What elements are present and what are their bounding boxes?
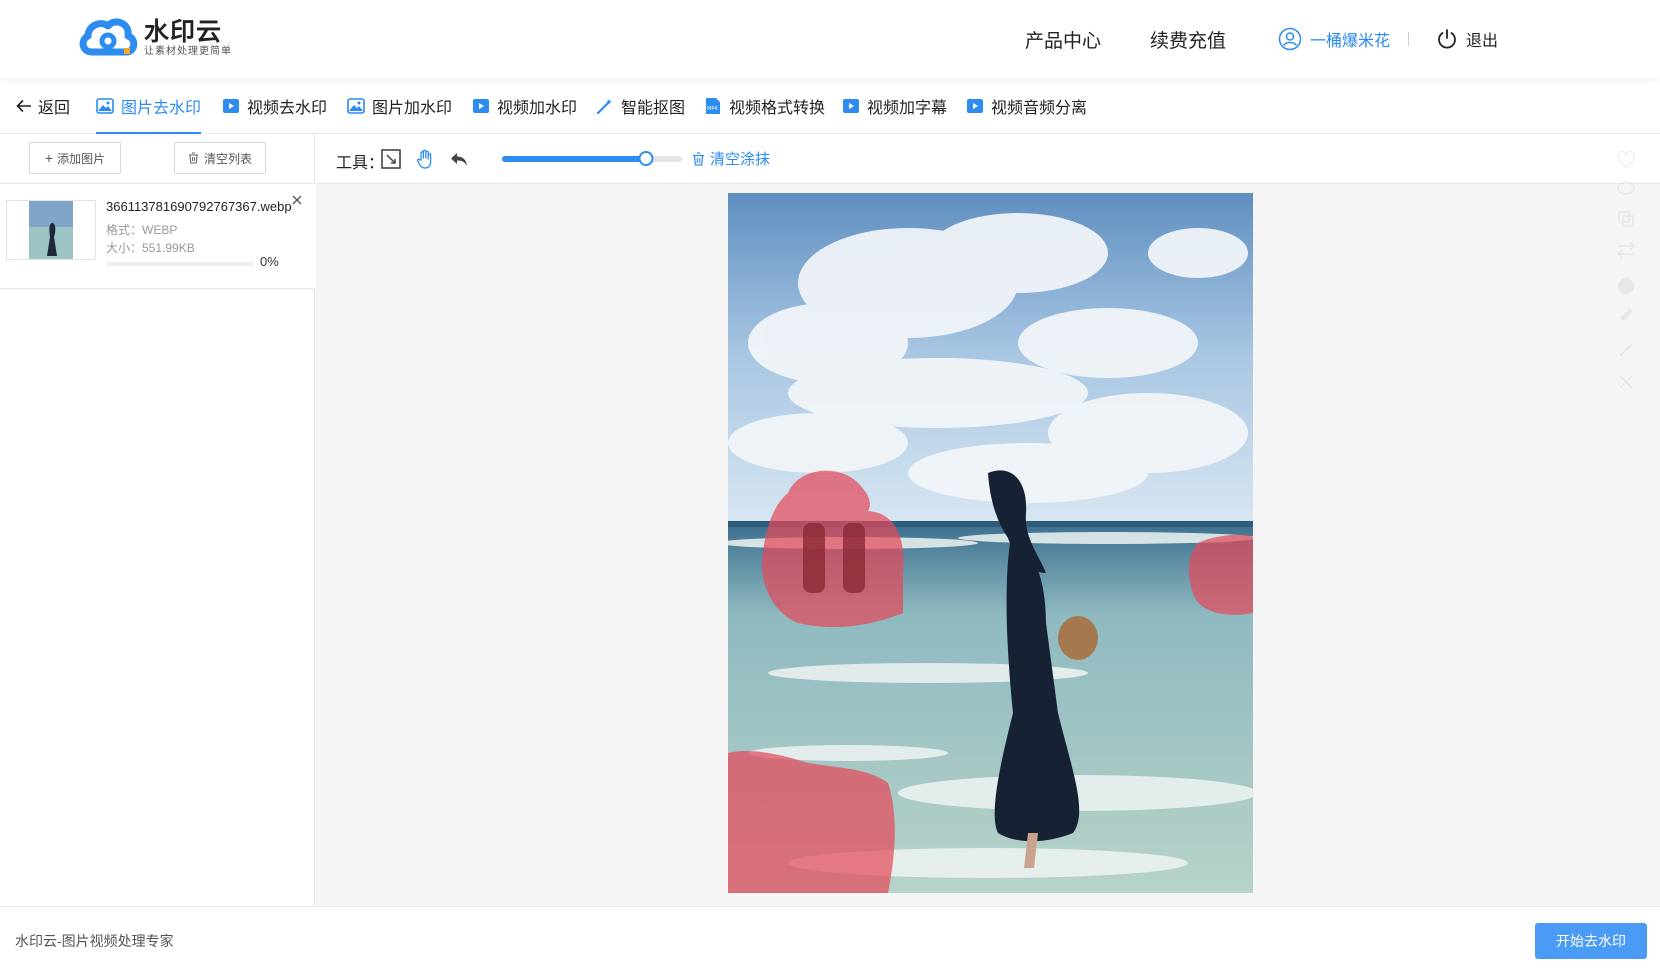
start-remove-watermark-button[interactable]: 开始去水印 [1535,923,1647,959]
trash-icon [693,151,704,166]
tab-label: 图片加水印 [372,100,453,117]
tab-image-add-watermark[interactable]: 图片加水印 [347,78,452,134]
file-list-toolbar: + 添加图片 清空列表 [0,134,315,184]
clear-paint-label: 清空涂抹 [710,151,771,168]
tab-label: 视频加水印 [497,100,578,117]
add-image-button[interactable]: + 添加图片 [29,142,121,174]
cloud-logo-icon [79,18,138,56]
tab-video-audio-split[interactable]: 视频音频分离 [966,78,1087,134]
floating-side-toolbar [1616,150,1636,389]
arrow-left-icon [16,99,31,113]
tab-video-format-convert[interactable]: MP4 视频格式转换 [704,78,825,134]
power-icon [1438,29,1456,49]
file-format: 格式：WEBP [106,223,178,237]
image-canvas[interactable] [728,193,1253,893]
video-icon [843,99,859,113]
clear-list-button[interactable]: 清空列表 [174,142,266,174]
editor-area: 工具： 清空涂抹 [316,134,1660,906]
trash-icon [188,152,198,164]
footer-bar: 水印云-图片视频处理专家 开始去水印 [0,906,1660,969]
mp4-file-icon: MP4 [706,98,720,114]
brand-slogan: 让素材处理更简单 [144,46,232,57]
file-list-panel: + 添加图片 清空列表 36611378169079276736​7.webp … [0,134,315,906]
tab-video-remove-watermark[interactable]: 视频去水印 [222,78,327,134]
tab-label: 图片去水印 [121,100,202,117]
tab-smart-cutout[interactable]: 智能抠图 [596,78,685,134]
image-icon [96,98,114,114]
tab-video-subtitle[interactable]: 视频加字幕 [842,78,947,134]
tool-tabs: 返回 图片去水印 视频去水印 图片加水印 视频加水印 智能抠图 MP4 视频格式… [0,78,1660,134]
file-progress-bar [106,262,254,266]
nav-products[interactable]: 产品中心 [1025,26,1101,53]
user-icon [1278,27,1302,51]
tool-label: 工具： [336,155,385,172]
back-button[interactable]: 返回 [16,78,70,134]
logout-button[interactable]: 退出 [1436,27,1498,51]
plus-icon: + [44,150,54,166]
top-header: 水印云 让素材处理更简单 产品中心 续费充值 一桶爆米花 退出 [0,0,1660,78]
tab-label: 智能抠图 [621,100,686,117]
tab-video-add-watermark[interactable]: 视频加水印 [472,78,577,134]
add-image-label: 添加图片 [57,151,106,166]
brush-size-slider[interactable] [502,151,682,166]
logo[interactable]: 水印云 让素材处理更简单 [78,14,238,62]
file-progress-text: 0% [260,254,279,269]
footer-text: 水印云-图片视频处理专家 [15,933,174,949]
header-divider [1408,32,1409,46]
file-name: 36611378169079276736​7.webp [106,199,292,214]
slider-fill [502,156,646,162]
tab-label: 视频格式转换 [729,100,826,117]
clear-paint-button[interactable]: 清空涂抹 [692,148,770,169]
file-size: 大小：551.99KB [106,241,195,255]
slider-knob[interactable] [638,151,654,166]
video-icon [967,99,983,113]
close-icon[interactable] [291,194,303,206]
clear-list-label: 清空列表 [203,151,252,166]
user-menu[interactable]: 一桶爆米花 [1278,27,1390,51]
tab-image-remove-watermark[interactable]: 图片去水印 [96,78,202,134]
tab-label: 视频加字幕 [867,100,948,117]
username: 一桶爆米花 [1310,33,1391,50]
tab-label: 视频音频分离 [991,100,1088,117]
rect-select-icon[interactable] [380,148,402,170]
tab-label: 视频去水印 [247,100,328,117]
file-thumbnail [6,200,96,260]
video-icon [473,99,489,113]
undo-icon[interactable] [448,148,470,170]
magic-wand-icon [596,99,612,114]
nav-recharge[interactable]: 续费充值 [1150,26,1226,53]
svg-text:MP4: MP4 [707,106,718,112]
hand-icon[interactable] [414,148,436,170]
video-icon [223,99,239,113]
brand-name: 水印云 [144,18,223,46]
image-icon [347,98,365,114]
file-list-item[interactable]: 36611378169079276736​7.webp 格式：WEBP 大小：5… [0,184,315,289]
logout-label: 退出 [1466,33,1499,50]
back-label: 返回 [38,100,71,117]
editor-toolbar: 工具： 清空涂抹 [316,134,1660,184]
